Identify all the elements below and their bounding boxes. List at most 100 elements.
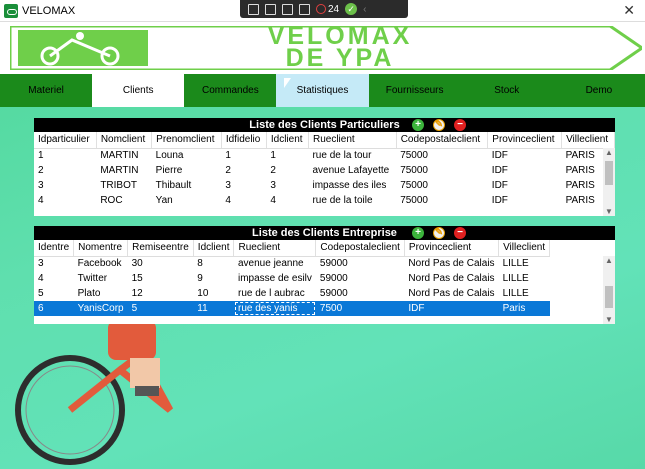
- table-cell[interactable]: Thibault: [152, 178, 222, 193]
- pointer-icon[interactable]: [265, 3, 276, 15]
- table-cell[interactable]: 5: [127, 301, 194, 316]
- table-cell[interactable]: LILLE: [499, 256, 550, 271]
- select-element-icon[interactable]: [248, 3, 259, 15]
- tab-demo[interactable]: Demo: [552, 74, 645, 107]
- table-cell[interactable]: 15: [128, 271, 194, 286]
- table-cell[interactable]: 11: [193, 301, 234, 316]
- table-row[interactable]: 3 TRIBOT Thibault 3 3 impasse des iles 75000 ID…: [34, 178, 615, 193]
- table-cell[interactable]: 30: [128, 256, 194, 271]
- table-cell[interactable]: 2: [266, 163, 308, 178]
- table-cell[interactable]: avenue Lafayette: [308, 163, 396, 178]
- table-cell[interactable]: impasse de esilv: [234, 271, 316, 286]
- column-header[interactable]: Codepostaleclient: [315, 240, 405, 257]
- table-cell[interactable]: 6: [34, 301, 74, 316]
- column-header[interactable]: Idparticulier: [34, 132, 97, 149]
- table-row[interactable]: 6 YanisCorp 5 11 rue des yanis 7500 IDF Paris: [34, 301, 550, 316]
- tab-stock[interactable]: Stock: [460, 74, 553, 107]
- display-layout-icon[interactable]: [282, 3, 293, 15]
- table-cell[interactable]: Paris: [498, 301, 550, 316]
- table-cell[interactable]: ROC: [96, 193, 151, 208]
- table-cell[interactable]: impasse des iles: [308, 178, 396, 193]
- table-cell[interactable]: Facebook: [74, 256, 128, 271]
- table-cell[interactable]: 4: [221, 193, 266, 208]
- table-cell[interactable]: Louna: [152, 148, 222, 163]
- table-cell[interactable]: 1: [266, 148, 308, 163]
- table-cell[interactable]: 59000: [316, 271, 405, 286]
- table-cell[interactable]: LILLE: [499, 271, 550, 286]
- column-header[interactable]: Villeclient: [561, 132, 615, 149]
- column-header[interactable]: Nomentre: [73, 240, 129, 257]
- table-cell[interactable]: 75000: [396, 148, 488, 163]
- table-cell[interactable]: 1: [221, 148, 266, 163]
- table-row[interactable]: 5 Plato 12 10 rue de l aubrac 59000 Nord Pas d…: [34, 286, 550, 301]
- column-header[interactable]: Idfidelio: [221, 132, 267, 149]
- table-cell[interactable]: 75000: [396, 193, 488, 208]
- window-close-button[interactable]: ✕: [623, 2, 635, 19]
- table-cell[interactable]: LILLE: [499, 286, 550, 301]
- column-header[interactable]: Provinceclient: [487, 132, 563, 149]
- scroll-thumb[interactable]: [605, 286, 613, 308]
- table-cell[interactable]: Yan: [152, 193, 222, 208]
- table-row[interactable]: 4 Twitter 15 9 impasse de esilv 59000 Nord Pas…: [34, 271, 550, 286]
- tab-fournisseurs[interactable]: Fournisseurs: [368, 74, 461, 107]
- table-cell[interactable]: YanisCorp: [73, 301, 128, 316]
- scroll-up-icon[interactable]: ▲: [603, 256, 615, 265]
- table-cell[interactable]: 59000: [316, 286, 405, 301]
- table-cell[interactable]: 5: [34, 286, 74, 301]
- table-cell[interactable]: rue de la tour: [308, 148, 396, 163]
- table-row[interactable]: 4 ROC Yan 4 4 rue de la toile 75000 IDF PARIS: [34, 193, 615, 208]
- table-cell[interactable]: IDF: [488, 193, 562, 208]
- column-header[interactable]: Identre: [34, 240, 75, 257]
- chevron-left-icon[interactable]: ‹: [363, 4, 366, 15]
- column-header[interactable]: Idclient: [266, 132, 309, 149]
- table-cell[interactable]: 2: [221, 163, 266, 178]
- table-cell[interactable]: MARTIN: [96, 148, 151, 163]
- column-header[interactable]: Prenomclient: [151, 132, 222, 149]
- tab-materiel[interactable]: Materiel: [0, 74, 93, 107]
- table-cell[interactable]: avenue jeanne: [234, 256, 316, 271]
- table-cell[interactable]: 8: [193, 256, 234, 271]
- table-cell[interactable]: 2: [34, 163, 96, 178]
- track-focus-icon[interactable]: [299, 3, 310, 15]
- table-cell[interactable]: 9: [193, 271, 234, 286]
- scroll-down-icon[interactable]: ▼: [603, 207, 615, 216]
- edit-icon[interactable]: ✎: [433, 119, 445, 131]
- edit-icon[interactable]: ✎: [433, 227, 445, 239]
- table-cell[interactable]: rue de la toile: [308, 193, 396, 208]
- table-cell[interactable]: Nord Pas de Calais: [404, 286, 498, 301]
- check-icon[interactable]: ✓: [345, 3, 358, 15]
- table-cell[interactable]: TRIBOT: [96, 178, 151, 193]
- table-cell[interactable]: 3: [221, 178, 266, 193]
- table-cell[interactable]: IDF: [488, 178, 562, 193]
- scroll-down-icon[interactable]: ▼: [603, 315, 615, 324]
- column-header[interactable]: Villeclient: [498, 240, 551, 257]
- table-cell[interactable]: 10: [193, 286, 234, 301]
- table-cell[interactable]: 4: [34, 193, 96, 208]
- table-cell[interactable]: 75000: [396, 163, 488, 178]
- table-cell[interactable]: 4: [34, 271, 74, 286]
- table-cell[interactable]: rue des yanis: [233, 301, 316, 316]
- column-header[interactable]: Codepostaleclient: [396, 132, 489, 149]
- tab-clients[interactable]: Clients: [92, 74, 185, 107]
- table-row[interactable]: 2 MARTIN Pierre 2 2 avenue Lafayette 75000 IDF P…: [34, 163, 615, 178]
- table-row[interactable]: 1 MARTIN Louna 1 1 rue de la tour 75000 IDF PARI…: [34, 148, 615, 163]
- table-cell[interactable]: 59000: [316, 256, 405, 271]
- binding-failures-indicator[interactable]: 24: [316, 4, 339, 15]
- table-cell[interactable]: IDF: [488, 163, 562, 178]
- particuliers-scrollbar[interactable]: ▲ ▼: [603, 148, 615, 216]
- column-header[interactable]: Nomclient: [96, 132, 153, 149]
- column-header[interactable]: Rueclient: [308, 132, 397, 149]
- table-cell[interactable]: 75000: [396, 178, 488, 193]
- column-header[interactable]: Rueclient: [233, 240, 317, 257]
- table-cell[interactable]: 1: [34, 148, 96, 163]
- table-cell[interactable]: Twitter: [74, 271, 128, 286]
- column-header[interactable]: Idclient: [193, 240, 235, 257]
- table-cell[interactable]: Nord Pas de Calais: [404, 256, 498, 271]
- table-cell[interactable]: IDF: [488, 148, 562, 163]
- entreprises-scrollbar[interactable]: ▲ ▼: [603, 256, 615, 324]
- delete-icon[interactable]: −: [454, 119, 466, 131]
- table-cell[interactable]: 3: [266, 178, 308, 193]
- table-cell[interactable]: IDF: [404, 301, 499, 316]
- scroll-thumb[interactable]: [605, 161, 613, 185]
- table-row[interactable]: 3 Facebook 30 8 avenue jeanne 59000 Nord Pas d…: [34, 256, 550, 271]
